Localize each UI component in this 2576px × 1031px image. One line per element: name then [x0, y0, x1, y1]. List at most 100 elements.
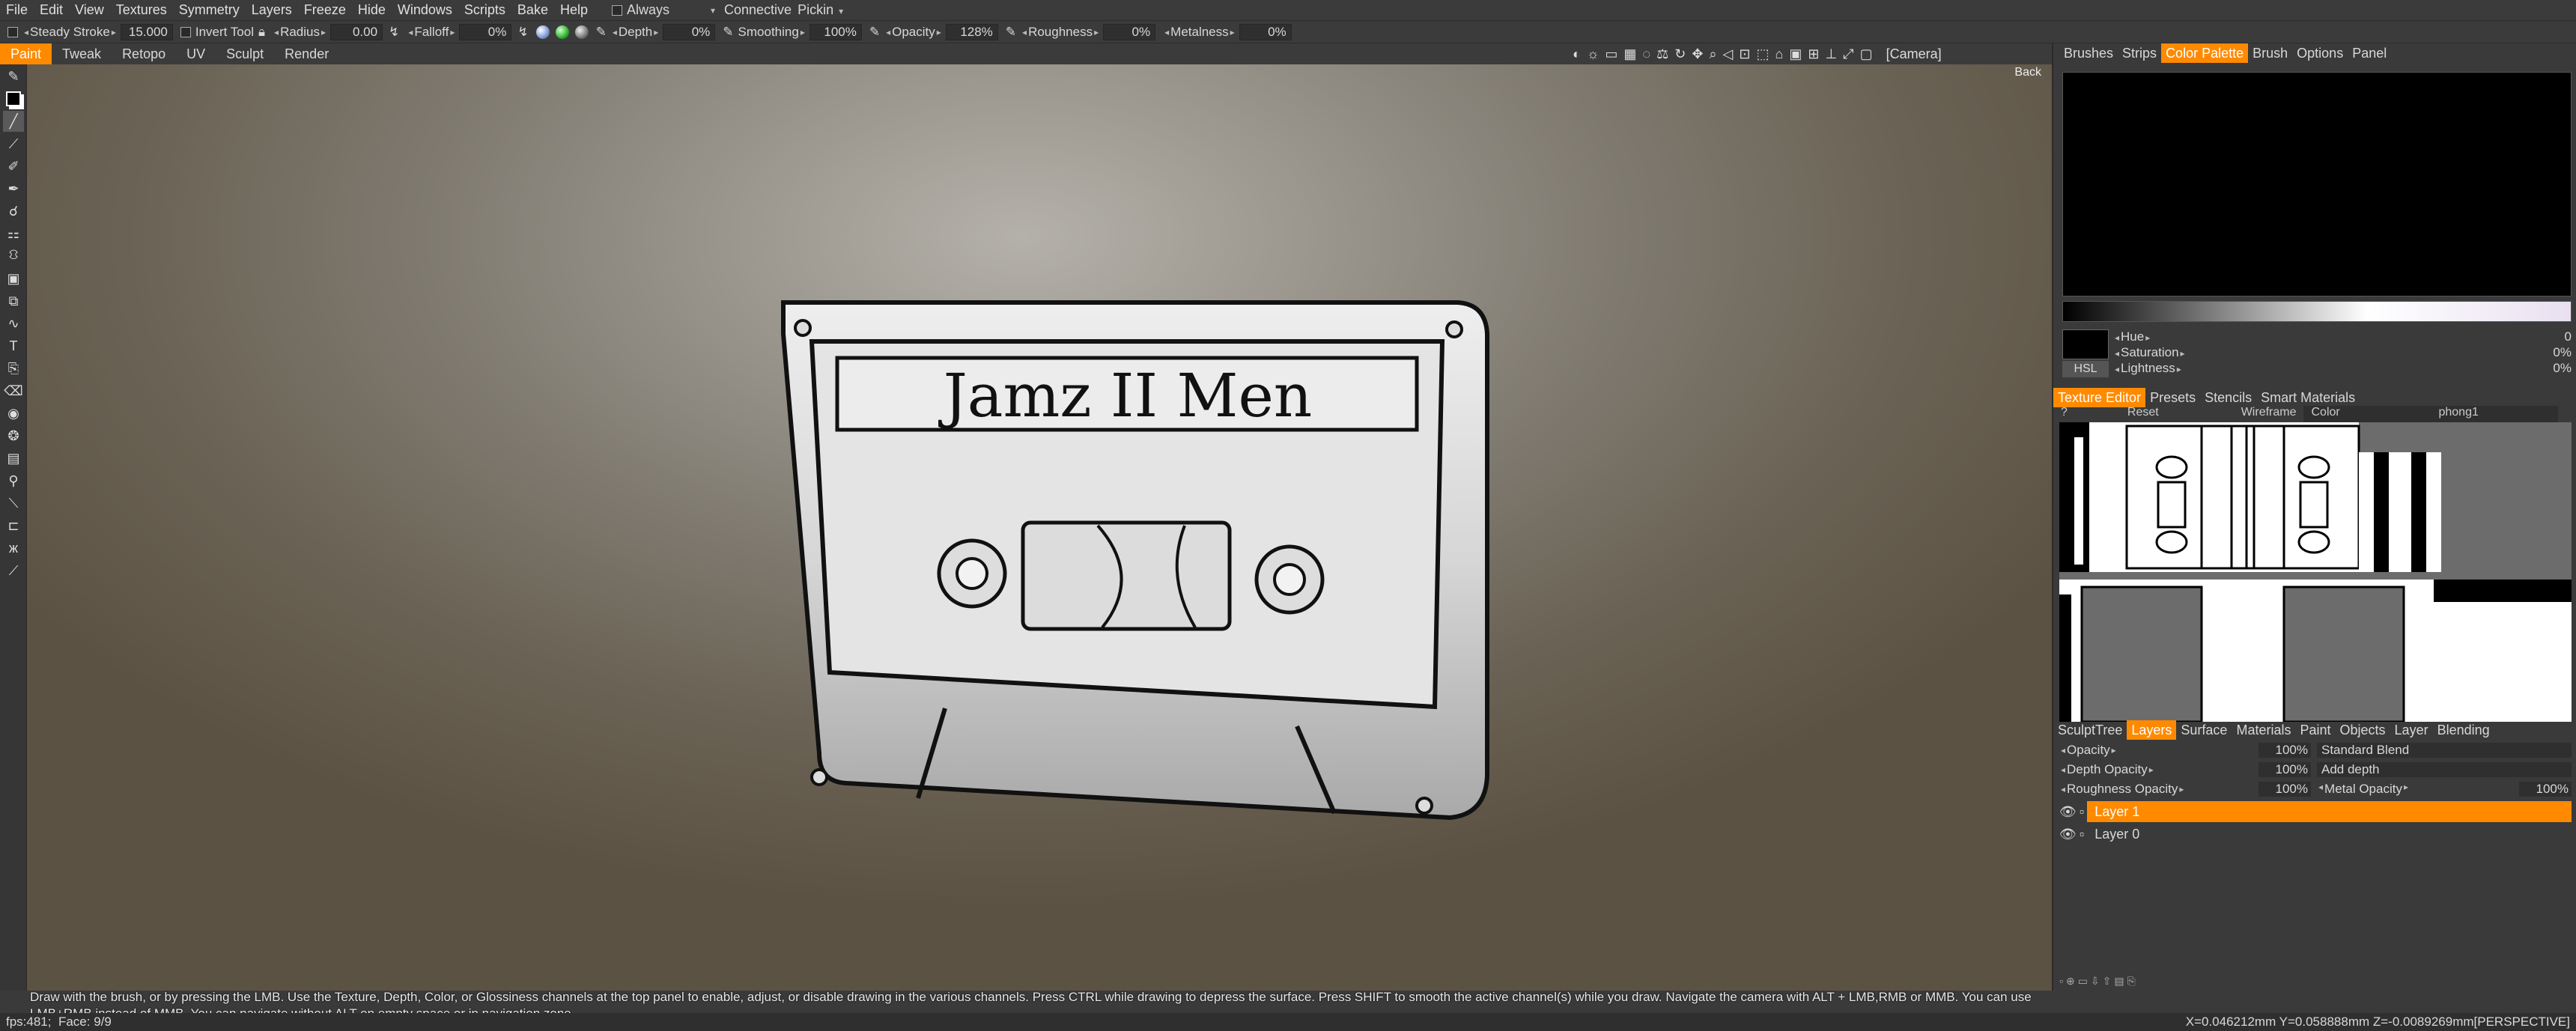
invert-tool-checkbox[interactable] — [180, 26, 191, 37]
window-icon[interactable]: ▢ — [1860, 46, 1873, 62]
reset-button[interactable]: Reset — [2120, 406, 2166, 422]
falloff-value-field[interactable]: 0% — [459, 23, 512, 40]
arrow-left-icon[interactable]: ◂ — [2061, 764, 2065, 775]
mask-tool-icon[interactable]: ▤ — [3, 448, 24, 469]
hue-slider[interactable]: ◂ Hue ▸ 0 — [2113, 329, 2572, 345]
pen-pressure-icon[interactable]: ↯ — [389, 25, 399, 40]
layer-item[interactable]: 👁︎ ▫ Layer 0 — [2059, 824, 2572, 845]
clone-tool-icon[interactable]: ❂ — [3, 425, 24, 446]
hue-value[interactable]: 0 — [2565, 329, 2572, 345]
room-paint[interactable]: Paint — [0, 43, 52, 64]
tab-brushes[interactable]: Brushes — [2059, 43, 2118, 63]
tab-materials[interactable]: Materials — [2232, 720, 2295, 740]
depth-channel-icon[interactable] — [535, 25, 550, 39]
lock-icon[interactable]: 🔒︎ — [258, 25, 265, 40]
arrow-right-icon[interactable]: ▸ — [2177, 364, 2181, 374]
tab-strips[interactable]: Strips — [2118, 43, 2161, 63]
eraser-tool-icon[interactable]: ⌫ — [3, 380, 24, 401]
tab-color-palette[interactable]: Color Palette — [2161, 43, 2249, 63]
gloss-channel-icon[interactable] — [574, 25, 589, 39]
tab-blending[interactable]: Blending — [2433, 720, 2494, 740]
symmetry-icon[interactable]: ⚖ — [1656, 46, 1668, 62]
spray-tool-icon[interactable]: ⚏ — [3, 223, 24, 244]
arrow-right-icon[interactable]: ▸ — [2149, 764, 2154, 775]
edit-tool-icon[interactable]: ⟋ — [3, 560, 24, 581]
camera-label[interactable]: [Camera] — [1886, 46, 1942, 62]
back-arrow-icon[interactable]: ◁ — [1723, 46, 1734, 62]
arrow-right-icon[interactable]: ▸ — [321, 27, 326, 37]
room-render[interactable]: Render — [274, 43, 339, 64]
drop-icon[interactable]: ◌ — [1642, 46, 1650, 62]
menu-freeze[interactable]: Freeze — [298, 2, 352, 18]
wireframe-button[interactable]: Wireframe — [2234, 406, 2304, 422]
tab-presets[interactable]: Presets — [2145, 388, 2200, 407]
eye-tool-icon[interactable]: ◉ — [3, 403, 24, 424]
arrow-right-icon[interactable]: ▸ — [2181, 348, 2185, 359]
room-sculpt[interactable]: Sculpt — [216, 43, 274, 64]
pickin-dropdown[interactable]: Pickin ▾ — [798, 2, 845, 18]
stroke-tool-icon[interactable]: ╱ — [3, 111, 24, 132]
arrow-left-icon[interactable]: ◂ — [2061, 784, 2065, 794]
tab-layer[interactable]: Layer — [2390, 720, 2433, 740]
menu-layers[interactable]: Layers — [246, 2, 298, 18]
menu-scripts[interactable]: Scripts — [458, 2, 511, 18]
layer-opacity-row[interactable]: ◂ Opacity ▸ 100% Standard Blend — [2059, 741, 2572, 759]
rotate-icon[interactable]: ↻ — [1674, 46, 1686, 62]
roughness-value-field[interactable]: 0% — [1103, 23, 1156, 40]
metalness-value-field[interactable]: 0% — [1239, 23, 1292, 40]
metal-opacity-control[interactable]: ◂ Metal Opacity ▸ 100% — [2317, 782, 2572, 797]
steady-stroke-toggle[interactable]: ◂ Steady Stroke ▸ 15.000 — [7, 23, 173, 40]
depth-mode-dropdown[interactable]: Add depth — [2317, 762, 2572, 777]
menu-textures[interactable]: Textures — [110, 2, 173, 18]
eye-icon[interactable]: 👁︎ — [2059, 827, 2077, 842]
tab-layers[interactable]: Layers — [2127, 720, 2177, 740]
radius-value-field[interactable]: 0.00 — [330, 23, 383, 40]
brush-tool-icon[interactable]: ✎ — [3, 66, 24, 87]
arrow-left-icon[interactable]: ◂ — [2318, 782, 2323, 797]
layer-name[interactable]: Layer 1 — [2087, 801, 2572, 822]
cube-icon[interactable]: ⬚ — [1756, 46, 1769, 62]
help-button[interactable]: ? — [2053, 406, 2075, 422]
menu-hide[interactable]: Hide — [352, 2, 392, 18]
pen-tool-icon[interactable]: ✒ — [3, 178, 24, 199]
tab-texture-editor[interactable]: Texture Editor — [2053, 388, 2146, 407]
tab-sculpttree[interactable]: SculptTree — [2053, 720, 2127, 740]
picker-tool-icon[interactable]: ⚲ — [3, 470, 24, 491]
layer-tool-icon[interactable]: ⧉ — [3, 291, 24, 311]
color-picker-area[interactable] — [2062, 72, 2572, 296]
smudge-tool-icon[interactable]: ☌ — [3, 201, 24, 222]
depth-opacity-row[interactable]: ◂ Depth Opacity ▸ 100% Add depth — [2059, 761, 2572, 779]
always-checkbox[interactable] — [611, 4, 622, 16]
camera-icon[interactable]: ⊞ — [1808, 46, 1819, 62]
room-tweak[interactable]: Tweak — [52, 43, 112, 64]
half-circle-icon[interactable]: ◐ — [1573, 46, 1581, 62]
arrow-right-icon[interactable]: ▸ — [450, 27, 455, 37]
arrow-right-icon[interactable]: ▸ — [937, 27, 941, 37]
box-icon[interactable]: ▣ — [1789, 46, 1802, 62]
material-dropdown[interactable]: phong1 — [2431, 406, 2559, 422]
frame-icon[interactable]: ▭ — [1605, 46, 1617, 62]
current-color-swatch[interactable] — [2062, 329, 2109, 359]
metalness-control[interactable]: ◂ Metalness ▸ 0% — [1163, 23, 1292, 40]
arrow-right-icon[interactable]: ▸ — [1230, 27, 1235, 37]
steady-stroke-checkbox[interactable] — [7, 26, 18, 37]
tab-options[interactable]: Options — [2292, 43, 2348, 63]
color-swatch-icon[interactable] — [3, 88, 24, 109]
line-tool-icon[interactable]: ⟋ — [3, 133, 24, 154]
copy-tool-icon[interactable]: ⎘ — [3, 358, 24, 379]
arrow-left-icon[interactable]: ◂ — [408, 27, 413, 37]
depth-value-field[interactable]: 0% — [663, 23, 716, 40]
lock-icon[interactable]: ▫ — [2080, 827, 2084, 842]
butterfly-tool-icon[interactable]: ж — [3, 538, 24, 559]
arrow-right-icon[interactable]: ▸ — [2112, 745, 2116, 755]
axis-icon[interactable]: ⊥ — [1825, 46, 1837, 62]
arrow-left-icon[interactable]: ◂ — [2115, 348, 2119, 359]
tab-surface[interactable]: Surface — [2176, 720, 2232, 740]
lightness-value[interactable]: 0% — [2553, 361, 2572, 377]
stamp-tool-icon[interactable]: ⛻ — [3, 246, 24, 267]
grid-icon[interactable]: ▦ — [1623, 46, 1636, 62]
tab-panel[interactable]: Panel — [2348, 43, 2391, 63]
arrow-right-icon[interactable]: ▸ — [801, 27, 805, 37]
arrow-right-icon[interactable]: ▸ — [112, 27, 116, 37]
color-channel-icon[interactable] — [555, 25, 569, 39]
